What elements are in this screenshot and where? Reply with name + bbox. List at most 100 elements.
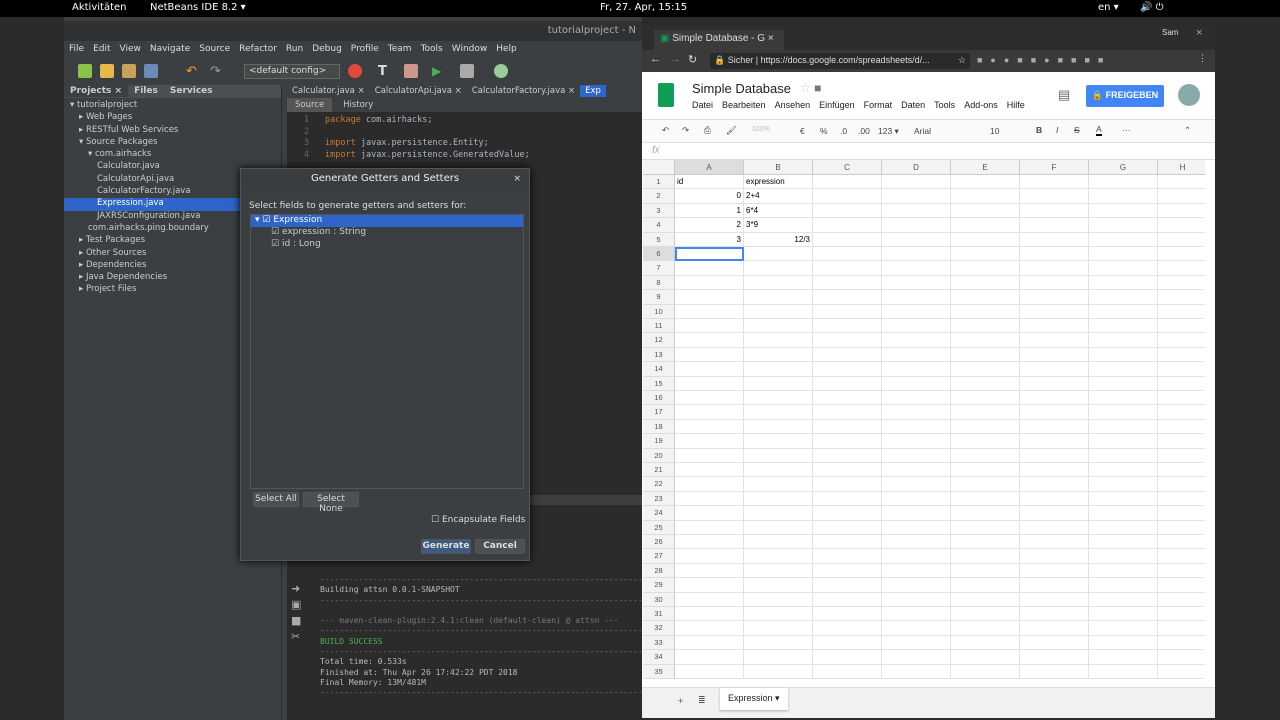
undo-icon[interactable]: ↶ (662, 125, 669, 136)
cell[interactable] (1089, 549, 1158, 564)
row-header[interactable]: 7 (643, 261, 675, 276)
cell[interactable] (813, 405, 882, 420)
row-header[interactable]: 30 (643, 592, 675, 607)
row-header[interactable]: 11 (643, 319, 675, 334)
row-header[interactable]: 24 (643, 506, 675, 521)
debug-icon[interactable] (460, 64, 474, 78)
cell[interactable] (1089, 362, 1158, 377)
cell[interactable] (1158, 593, 1205, 607)
decrease-decimal-button[interactable]: .0 (840, 126, 847, 136)
cell[interactable] (951, 290, 1020, 305)
cell[interactable] (675, 535, 744, 550)
column-header-H[interactable]: H (1158, 160, 1205, 175)
cell[interactable] (951, 520, 1020, 535)
sheets-menu-6[interactable]: Tools (934, 100, 955, 110)
cell[interactable] (675, 491, 744, 507)
text-color-button[interactable]: A (1096, 124, 1102, 136)
cell[interactable] (675, 290, 744, 305)
cell[interactable] (1158, 204, 1205, 219)
cell[interactable] (813, 520, 882, 535)
row-header[interactable]: 32 (643, 621, 675, 636)
italic-button[interactable]: I (1056, 125, 1058, 135)
cell[interactable] (675, 304, 744, 319)
cell[interactable]: 12/3 (744, 232, 813, 247)
cell[interactable] (813, 189, 882, 204)
cell[interactable] (813, 218, 882, 233)
tree-item[interactable]: ▾ Source Packages (64, 137, 281, 149)
cell[interactable] (675, 247, 744, 262)
cell[interactable] (813, 635, 882, 651)
cell[interactable] (882, 434, 951, 449)
row-header[interactable]: 10 (643, 304, 675, 319)
cell[interactable] (1089, 376, 1158, 391)
currency-button[interactable]: € (800, 126, 805, 136)
cell[interactable] (882, 592, 951, 607)
cell[interactable] (1158, 477, 1205, 492)
number-format-select[interactable]: 123 ▾ (878, 126, 899, 137)
cell[interactable] (951, 261, 1020, 276)
cell[interactable] (675, 319, 744, 334)
row-header[interactable]: 17 (643, 405, 675, 420)
cell[interactable] (951, 362, 1020, 377)
row-header[interactable]: 35 (643, 664, 675, 679)
panel-tab[interactable]: Services (164, 85, 219, 97)
cell[interactable] (882, 319, 951, 334)
cell[interactable] (1089, 319, 1158, 334)
cell[interactable] (813, 290, 882, 305)
cell[interactable] (1158, 578, 1205, 593)
row-header[interactable]: 28 (643, 563, 675, 579)
cell[interactable] (951, 578, 1020, 593)
cell[interactable] (744, 434, 813, 449)
panel-tab[interactable]: Projects × (64, 85, 129, 97)
cell[interactable] (951, 592, 1020, 607)
cell[interactable] (1089, 419, 1158, 435)
new-project-icon[interactable] (100, 64, 114, 78)
cell[interactable] (1158, 521, 1205, 535)
cell[interactable] (882, 290, 951, 305)
cell[interactable] (951, 664, 1020, 679)
cell[interactable] (1020, 189, 1089, 204)
cell[interactable] (951, 347, 1020, 363)
cell[interactable] (1020, 448, 1089, 463)
cell[interactable] (882, 448, 951, 463)
cell[interactable] (951, 232, 1020, 247)
cell[interactable] (1158, 420, 1205, 435)
cell[interactable] (744, 376, 813, 391)
menu-source[interactable]: Source (199, 44, 230, 54)
cell[interactable] (675, 434, 744, 449)
cell[interactable] (1158, 319, 1205, 334)
cell[interactable] (744, 275, 813, 291)
cell[interactable] (951, 607, 1020, 622)
cell[interactable] (1020, 275, 1089, 291)
row-header[interactable]: 33 (643, 635, 675, 651)
cell[interactable] (675, 391, 744, 406)
sheets-menu-2[interactable]: Ansehen (775, 100, 811, 110)
select-none-button[interactable]: Select None (303, 492, 359, 514)
close-icon[interactable]: × (513, 174, 521, 184)
cell[interactable] (1089, 477, 1158, 492)
cell[interactable] (882, 362, 951, 377)
sheets-menu-1[interactable]: Bearbeiten (722, 100, 766, 110)
field-expression[interactable]: ☑ expression : String (251, 227, 523, 239)
redo-icon[interactable]: ↷ (682, 125, 689, 136)
cell[interactable] (882, 376, 951, 391)
document-title[interactable]: Simple Database (692, 81, 791, 96)
cell[interactable] (1089, 463, 1158, 478)
cell[interactable] (951, 563, 1020, 579)
profile-name[interactable]: Sam (1162, 28, 1178, 37)
cell[interactable] (675, 477, 744, 492)
cell[interactable] (675, 333, 744, 348)
percent-button[interactable]: % (820, 126, 828, 136)
history-tab[interactable]: History (335, 98, 381, 112)
formula-bar[interactable]: fx (642, 143, 1215, 160)
editor-tab[interactable]: Exp (580, 85, 606, 97)
cell[interactable] (1089, 347, 1158, 363)
editor-tab[interactable]: CalculatorApi.java × (370, 85, 467, 97)
cell[interactable] (882, 261, 951, 276)
cell[interactable] (675, 275, 744, 291)
cell[interactable] (882, 635, 951, 651)
browser-icon[interactable] (348, 64, 362, 78)
cell[interactable] (813, 535, 882, 550)
cell[interactable] (744, 520, 813, 535)
new-file-icon[interactable] (78, 64, 92, 78)
